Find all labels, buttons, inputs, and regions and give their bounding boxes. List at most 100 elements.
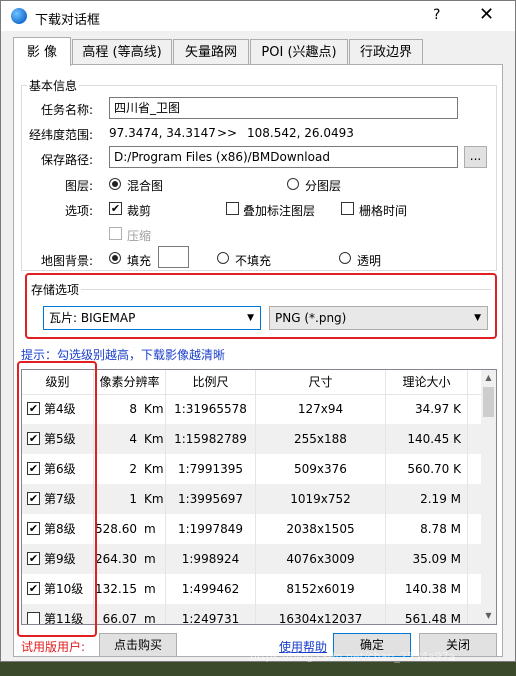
bg-fill-label: 填充	[127, 254, 152, 268]
chevron-down-icon: ▼	[247, 313, 254, 323]
resolution-value: 1	[129, 492, 137, 506]
options-label: 选项:	[65, 204, 94, 218]
background-label: 地图背景:	[41, 254, 94, 268]
buy-button[interactable]: 点击购买	[99, 633, 177, 657]
tab-poi[interactable]: POI (兴趣点)	[250, 39, 348, 65]
col-scale[interactable]: 比例尺	[166, 370, 256, 394]
scale-cell: 1:249731	[166, 604, 256, 624]
task-name-label: 任务名称:	[41, 103, 94, 117]
resolution-value: 2	[129, 462, 137, 476]
size-cell: 509x376	[256, 454, 386, 484]
compress-label: 压缩	[127, 229, 152, 243]
col-theoretical-size[interactable]: 理论大小	[386, 370, 468, 394]
resolution-value: 264.30	[95, 552, 137, 566]
resolution-unit: m	[144, 582, 156, 596]
size-cell: 2038x1505	[256, 514, 386, 544]
clip-checkbox[interactable]: ✔	[109, 202, 122, 215]
layer-mixed-radio[interactable]	[109, 178, 121, 190]
basic-info-legend: 基本信息	[27, 77, 80, 94]
size-cell: 255x188	[256, 424, 386, 454]
table-scrollbar[interactable]: ▲ ▼	[481, 370, 496, 624]
scroll-up-icon[interactable]: ▲	[481, 370, 496, 386]
storage-group-line	[35, 289, 491, 290]
tile-format-select[interactable]: 瓦片: BIGEMAP ▼	[43, 306, 261, 330]
range-separator: >>	[217, 126, 238, 140]
compress-checkbox[interactable]	[109, 227, 122, 240]
download-dialog: 下载对话框 ? ✕ 影 像 高程 (等高线) 矢量路网 POI (兴趣点) 行政…	[0, 0, 516, 662]
overlay-annotation-label: 叠加标注图层	[243, 204, 316, 218]
scale-cell: 1:998924	[166, 544, 256, 574]
chevron-down-icon: ▼	[474, 313, 481, 323]
size-cell: 127x94	[256, 394, 386, 424]
watermark-text: https://blog.csdn.net/chan_2534a97a	[250, 650, 456, 663]
layer-label: 图层:	[65, 179, 94, 193]
bg-nofill-radio[interactable]	[217, 252, 229, 264]
scale-cell: 1:31965578	[166, 394, 256, 424]
resolution-cell: 528.60 m	[94, 514, 166, 544]
storage-legend: 存储选项	[29, 281, 82, 298]
size-cell: 8152x6019	[256, 574, 386, 604]
scroll-down-icon[interactable]: ▼	[481, 608, 496, 624]
resolution-unit: m	[144, 552, 156, 566]
bg-transparent-radio[interactable]	[339, 252, 351, 264]
image-format-select[interactable]: PNG (*.png) ▼	[269, 306, 488, 330]
resolution-unit: Km	[144, 432, 164, 446]
clip-label: 裁剪	[127, 204, 152, 218]
level-column-highlight-frame	[17, 361, 97, 637]
image-format-value: PNG (*.png)	[275, 311, 347, 325]
resolution-value: 8	[129, 402, 137, 416]
tab-imagery[interactable]: 影 像	[13, 37, 71, 66]
help-button[interactable]: ?	[433, 7, 440, 23]
theoretical-size-cell: 561.48 M	[386, 604, 468, 624]
theoretical-size-cell: 35.09 M	[386, 544, 468, 574]
bg-transparent-label: 透明	[357, 254, 382, 268]
trial-user-label: 试用版用户:	[21, 640, 86, 654]
tab-elevation[interactable]: 高程 (等高线)	[72, 39, 172, 65]
theoretical-size-cell: 34.97 K	[386, 394, 468, 424]
scale-cell: 1:3995697	[166, 484, 256, 514]
grid-time-label: 栅格时间	[359, 204, 408, 218]
scrollbar-thumb[interactable]	[483, 387, 494, 417]
browse-button[interactable]: ...	[464, 146, 487, 168]
resolution-unit: m	[144, 612, 156, 625]
close-icon[interactable]: ✕	[479, 4, 494, 25]
resolution-value: 132.15	[95, 582, 137, 596]
scale-cell: 1:7991395	[166, 454, 256, 484]
theoretical-size-cell: 140.45 K	[386, 424, 468, 454]
tab-road-network[interactable]: 矢量路网	[173, 39, 249, 65]
title-bar: 下载对话框 ? ✕	[1, 1, 515, 31]
scale-cell: 1:1997849	[166, 514, 256, 544]
tab-admin-boundary[interactable]: 行政边界	[349, 39, 423, 65]
resolution-cell: 2 Km	[94, 454, 166, 484]
fill-color-swatch[interactable]	[158, 246, 189, 268]
resolution-value: 528.60	[95, 522, 137, 536]
save-path-label: 保存路径:	[41, 153, 94, 167]
theoretical-size-cell: 8.78 M	[386, 514, 468, 544]
task-name-input[interactable]: 四川省_卫图	[109, 97, 458, 119]
theoretical-size-cell: 2.19 M	[386, 484, 468, 514]
col-size[interactable]: 尺寸	[256, 370, 386, 394]
resolution-cell: 66.07 m	[94, 604, 166, 625]
grid-time-checkbox[interactable]	[341, 202, 354, 215]
scale-cell: 1:499462	[166, 574, 256, 604]
col-resolution[interactable]: 像素分辨率	[94, 370, 166, 394]
bg-fill-radio[interactable]	[109, 252, 121, 264]
resolution-cell: 264.30 m	[94, 544, 166, 574]
resolution-unit: m	[144, 522, 156, 536]
save-path-input[interactable]: D:/Program Files (x86)/BMDownload	[109, 146, 458, 168]
theoretical-size-cell: 560.70 K	[386, 454, 468, 484]
scale-cell: 1:15982789	[166, 424, 256, 454]
layer-split-radio[interactable]	[287, 178, 299, 190]
overlay-annotation-checkbox[interactable]	[226, 202, 239, 215]
resolution-value: 4	[129, 432, 137, 446]
window-title: 下载对话框	[35, 13, 101, 28]
resolution-cell: 4 Km	[94, 424, 166, 454]
layer-split-label: 分图层	[305, 179, 342, 193]
size-cell: 4076x3009	[256, 544, 386, 574]
range-label: 经纬度范围:	[29, 128, 94, 142]
resolution-cell: 1 Km	[94, 484, 166, 514]
resolution-cell: 8 Km	[94, 394, 166, 424]
resolution-value: 66.07	[102, 612, 137, 625]
tile-format-value: 瓦片: BIGEMAP	[49, 311, 136, 325]
size-cell: 16304x12037	[256, 604, 386, 624]
